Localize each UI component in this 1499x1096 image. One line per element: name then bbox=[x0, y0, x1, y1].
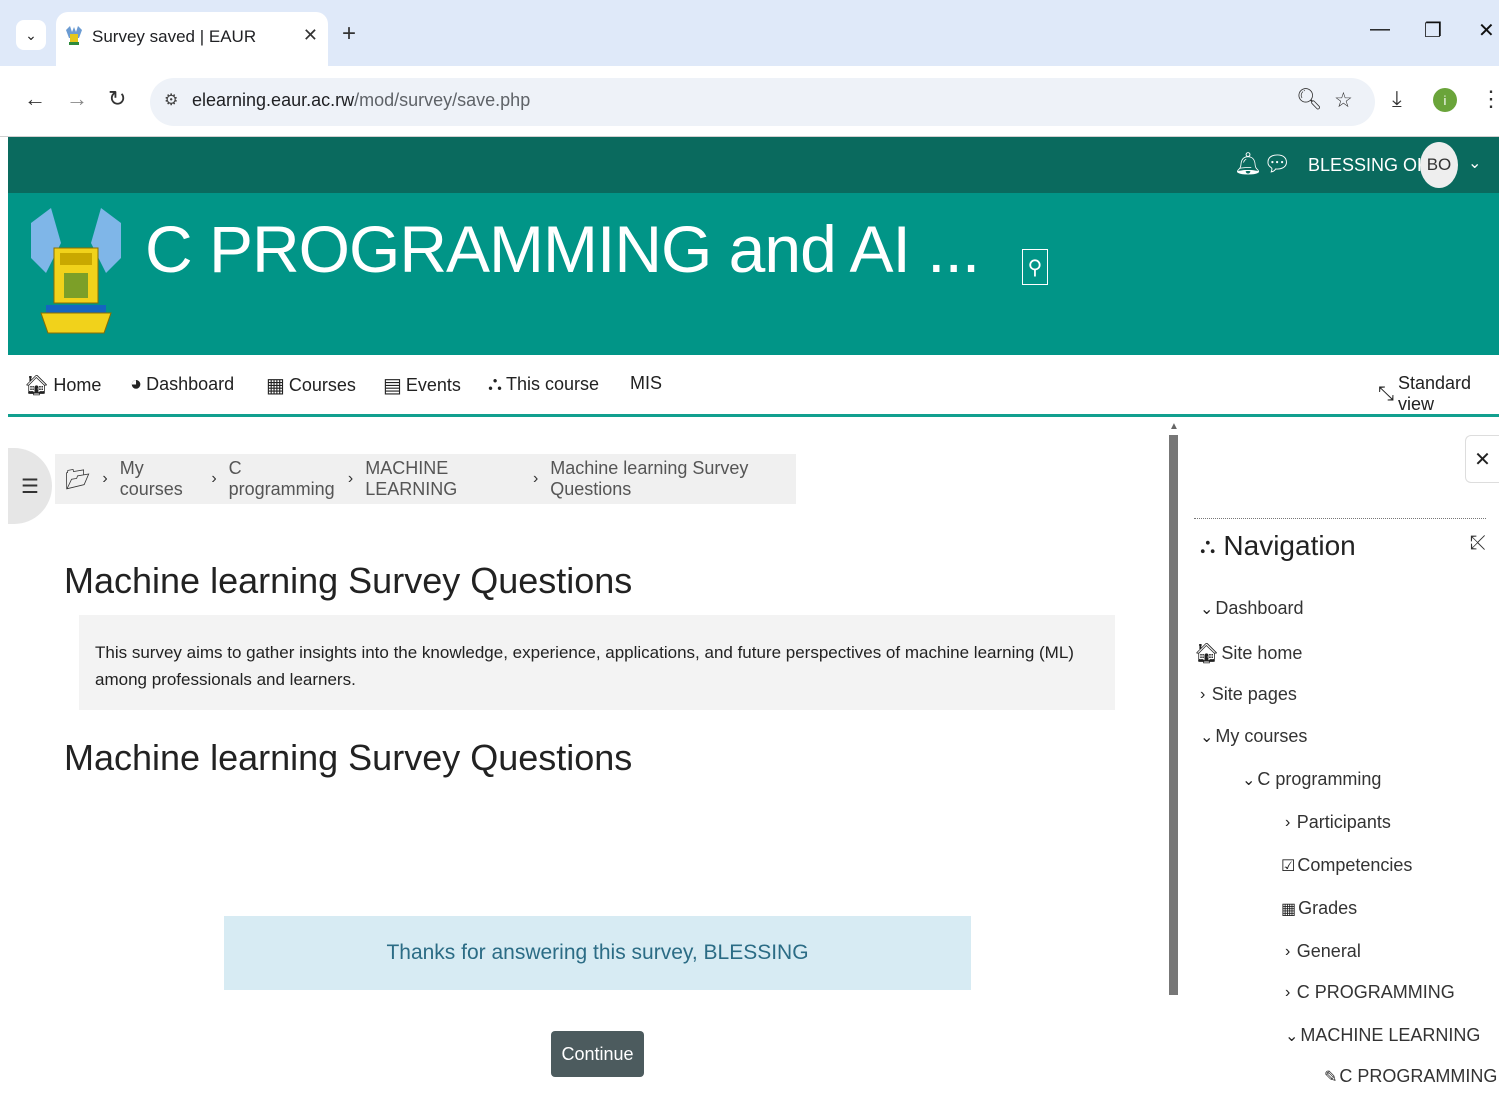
nav-tree-general[interactable]: › General bbox=[1285, 941, 1361, 962]
breadcrumb-my-courses[interactable]: My courses bbox=[120, 458, 200, 500]
thanks-notice: Thanks for answering this survey, BLESSI… bbox=[224, 916, 971, 990]
eaur-logo[interactable] bbox=[26, 203, 126, 343]
window-close-icon[interactable]: ✕ bbox=[1478, 18, 1495, 43]
scroll-up-icon[interactable]: ▲ bbox=[1169, 421, 1179, 432]
search-icon[interactable]: ⚲ bbox=[1022, 249, 1048, 285]
chevron-right-icon: › bbox=[1285, 813, 1295, 831]
url-text[interactable]: elearning.eaur.ac.rw/mod/survey/save.php bbox=[192, 90, 530, 111]
nav-events[interactable]: ▤ Events bbox=[383, 373, 461, 398]
user-avatar[interactable]: BO bbox=[1420, 142, 1458, 188]
content-scrollbar[interactable]: ▲ bbox=[1168, 421, 1179, 1096]
download-icon[interactable]: ⤓ bbox=[1392, 86, 1402, 112]
eaur-favicon-icon bbox=[66, 26, 82, 45]
chevron-down-icon: ⌄ bbox=[1200, 728, 1214, 746]
chevron-right-icon: › bbox=[211, 470, 217, 487]
main-navigation: 🏠︎ Home ◕ Dashboard ▦ Courses ▤ Events ⛬ This… bbox=[8, 355, 1499, 417]
forward-icon[interactable]: → bbox=[66, 86, 88, 112]
tab-search-chevron-icon[interactable]: ⌄ bbox=[16, 20, 46, 50]
standard-view-toggle[interactable]: ⤡ Standard view bbox=[1378, 373, 1499, 415]
nav-home[interactable]: 🏠︎ Home bbox=[24, 373, 101, 398]
browser-tab[interactable]: Survey saved | EAUR ✕ bbox=[56, 12, 328, 66]
nav-tree-grades[interactable]: ▦ Grades bbox=[1281, 898, 1357, 919]
chevron-right-icon: › bbox=[1285, 983, 1295, 1001]
home-icon: 🏠︎ bbox=[24, 375, 50, 397]
new-tab-icon[interactable]: + bbox=[342, 20, 356, 48]
tab-title: Survey saved | EAUR bbox=[92, 27, 257, 46]
chevron-right-icon: › bbox=[347, 470, 354, 487]
chevron-right-icon: › bbox=[1200, 685, 1210, 703]
profile-avatar[interactable]: i bbox=[1433, 88, 1457, 112]
course-index-toggle-icon[interactable]: ☰ bbox=[8, 448, 52, 524]
navigation-block-heading: ⛬ Navigation bbox=[1200, 530, 1356, 561]
nav-tree-participants[interactable]: › Participants bbox=[1285, 812, 1391, 833]
courses-grid-icon: ▦ bbox=[266, 375, 285, 397]
home-icon: 🏠︎ bbox=[1194, 643, 1220, 665]
breadcrumb: 📂︎ › My courses › C programming › MACHIN… bbox=[55, 454, 796, 504]
chevron-down-icon: ⌄ bbox=[1200, 600, 1214, 618]
continue-button[interactable]: Continue bbox=[551, 1031, 644, 1077]
compress-icon: ⤡ bbox=[1378, 382, 1394, 405]
zoom-icon[interactable]: 🔍︎ bbox=[1296, 88, 1323, 112]
user-menu-chevron-icon[interactable]: ⌄ bbox=[1468, 153, 1481, 173]
tab-close-icon[interactable]: ✕ bbox=[303, 25, 318, 46]
restore-icon[interactable]: ❐ bbox=[1424, 18, 1442, 43]
back-icon[interactable]: ← bbox=[24, 86, 46, 112]
chevron-right-icon: › bbox=[1285, 942, 1295, 960]
nav-mis[interactable]: MIS bbox=[630, 373, 662, 394]
table-icon: ▦ bbox=[1281, 900, 1297, 918]
messages-icon[interactable]: 💬︎ bbox=[1263, 151, 1291, 177]
nav-this-course[interactable]: ⛬ This course bbox=[488, 373, 599, 396]
address-bar[interactable]: ⚙ elearning.eaur.ac.rw/mod/survey/save.p… bbox=[150, 78, 1375, 126]
notifications-bell-icon[interactable]: 🔔︎ bbox=[1234, 151, 1262, 177]
nav-courses[interactable]: ▦ Courses bbox=[266, 373, 356, 398]
nav-tree-competencies[interactable]: ☑ Competencies bbox=[1281, 855, 1412, 876]
minimize-icon[interactable]: — bbox=[1370, 18, 1390, 41]
calendar-icon: ▤ bbox=[383, 375, 402, 397]
nav-tree-dashboard[interactable]: ⌄ Dashboard bbox=[1200, 598, 1303, 619]
breadcrumb-machine-learning[interactable]: MACHINE LEARNING bbox=[365, 458, 521, 500]
browser-menu-icon[interactable]: ⋮ bbox=[1480, 86, 1499, 112]
site-info-icon[interactable]: ⚙ bbox=[164, 90, 178, 110]
chevron-right-icon: › bbox=[532, 470, 539, 487]
breadcrumb-c-programming[interactable]: C programming bbox=[229, 458, 336, 500]
scroll-thumb[interactable] bbox=[1169, 435, 1178, 995]
block-divider bbox=[1194, 518, 1486, 519]
chevron-right-icon: › bbox=[102, 470, 108, 487]
collapse-block-icon[interactable]: ⤪ bbox=[1470, 532, 1486, 555]
nav-tree-c-programming-activity[interactable]: ✎ C PROGRAMMING bbox=[1324, 1066, 1497, 1087]
dashboard-gauge-icon: ◕ bbox=[130, 373, 143, 395]
browser-chrome: ⌄ Survey saved | EAUR ✕ + — ❐ ✕ ← → ↻ ⚙ … bbox=[0, 0, 1499, 137]
site-banner: C PROGRAMMING and AI ... ⚲ bbox=[8, 193, 1499, 355]
course-title: C PROGRAMMING and AI ... bbox=[145, 212, 980, 286]
nav-tree-machine-learning[interactable]: ⌄ MACHINE LEARNING bbox=[1285, 1025, 1480, 1046]
folder-icon[interactable]: 📂︎ bbox=[65, 467, 90, 492]
close-drawer-icon[interactable]: ✕ bbox=[1465, 435, 1499, 483]
top-navbar: 🔔︎ 💬︎ BLESSING OKIKI BO ⌄ bbox=[8, 137, 1499, 193]
tab-bar: ⌄ Survey saved | EAUR ✕ + — ❐ ✕ bbox=[0, 0, 1499, 66]
checkbox-icon: ☑ bbox=[1281, 857, 1296, 875]
chevron-down-icon: ⌄ bbox=[1242, 771, 1256, 789]
nav-dashboard[interactable]: ◕ Dashboard bbox=[130, 373, 234, 396]
nav-tree-c-programming[interactable]: ⌄ C programming bbox=[1242, 769, 1381, 790]
file-edit-icon: ✎ bbox=[1324, 1068, 1338, 1086]
nav-tree-my-courses[interactable]: ⌄ My courses bbox=[1200, 726, 1307, 747]
sitemap-icon: ⛬ bbox=[488, 373, 502, 395]
survey-intro: This survey aims to gather insights into… bbox=[79, 615, 1115, 710]
sitemap-icon: ⛬ bbox=[1200, 533, 1216, 558]
browser-toolbar: ← → ↻ ⚙ elearning.eaur.ac.rw/mod/survey/… bbox=[0, 66, 1499, 137]
bookmark-star-icon[interactable]: ☆ bbox=[1334, 88, 1353, 113]
section-title: Machine learning Survey Questions bbox=[64, 737, 633, 778]
chevron-down-icon: ⌄ bbox=[1285, 1027, 1299, 1045]
breadcrumb-survey[interactable]: Machine learning Survey Questions bbox=[550, 458, 796, 500]
page-title: Machine learning Survey Questions bbox=[64, 560, 633, 601]
reload-icon[interactable]: ↻ bbox=[108, 86, 126, 112]
nav-tree-site-home[interactable]: 🏠︎ Site home bbox=[1194, 641, 1302, 666]
nav-tree-c-programming-section[interactable]: › C PROGRAMMING bbox=[1285, 982, 1455, 1003]
nav-tree-site-pages[interactable]: › Site pages bbox=[1200, 684, 1297, 705]
